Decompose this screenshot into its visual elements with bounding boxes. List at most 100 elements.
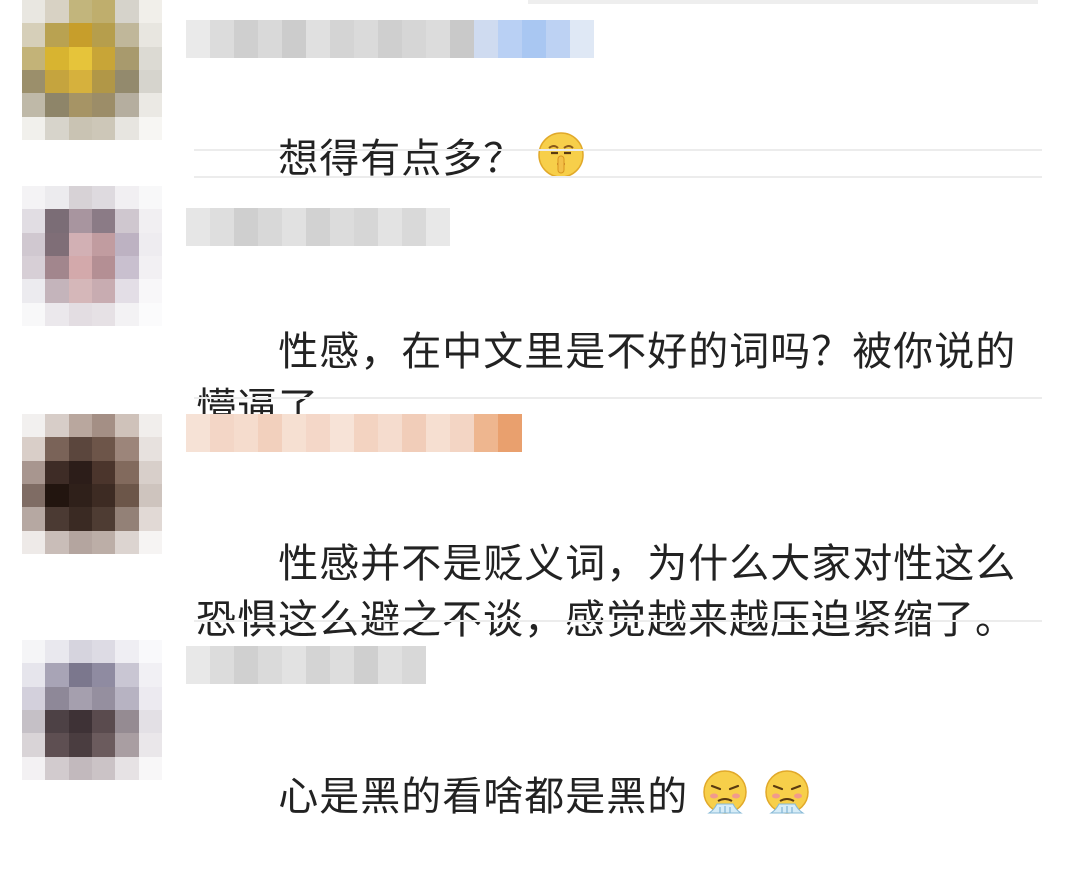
username-blurred[interactable] (186, 414, 522, 452)
avatar-pixel (22, 640, 46, 664)
avatar-pixel (22, 186, 46, 210)
avatar-pixel (92, 484, 116, 508)
avatar-pixel (45, 733, 69, 757)
avatar-pixel (138, 23, 162, 47)
avatar-pixel (22, 414, 46, 438)
username-pixel (330, 414, 354, 452)
username-pixel (210, 414, 234, 452)
avatar-pixel (68, 484, 92, 508)
avatar-pixel (115, 302, 139, 326)
avatar-pixel (45, 232, 69, 256)
avatar-pixel (92, 0, 116, 24)
avatar-pixel (68, 640, 92, 664)
avatar-pixel (138, 279, 162, 303)
username-pixel (186, 208, 210, 246)
avatar-pixel (45, 302, 69, 326)
avatar-pixel (68, 710, 92, 734)
avatar-pixel (45, 279, 69, 303)
avatar-pixel (22, 23, 46, 47)
avatar-pixel (68, 0, 92, 24)
username-pixel (402, 646, 426, 684)
avatar-pixel (22, 0, 46, 24)
avatar-pixel (138, 414, 162, 438)
username-pixel (474, 414, 498, 452)
username-pixel (354, 208, 378, 246)
username-pixel (306, 414, 330, 452)
divider (194, 176, 1042, 178)
avatar-pixel (115, 93, 139, 117)
avatar-pixel (115, 186, 139, 210)
avatar-pixel (92, 710, 116, 734)
username-pixel (378, 208, 402, 246)
username-pixel (234, 414, 258, 452)
username-pixel (234, 208, 258, 246)
username-pixel (354, 20, 378, 58)
avatar-pixel (68, 116, 92, 140)
username-pixel (450, 20, 474, 58)
avatar-pixel (22, 756, 46, 780)
avatar-pixel (138, 93, 162, 117)
avatar[interactable] (22, 186, 162, 326)
steam-face-icon (703, 770, 748, 814)
comment-item: 性感并不是贬义词，为什么大家对性这么恐惧这么避之不谈，感觉越来越压迫紧缩了。 (0, 414, 1080, 643)
avatar-pixel (68, 302, 92, 326)
username-pixel (426, 208, 450, 246)
username-pixel (546, 20, 570, 58)
username-blurred[interactable] (186, 646, 426, 684)
avatar-pixel (68, 186, 92, 210)
username-pixel (378, 20, 402, 58)
avatar-pixel (138, 663, 162, 687)
avatar-pixel (115, 209, 139, 233)
avatar-pixel (22, 663, 46, 687)
avatar-pixel (68, 530, 92, 554)
avatar-pixel (115, 733, 139, 757)
avatar-pixel (22, 302, 46, 326)
avatar-pixel (138, 0, 162, 24)
avatar-pixel (22, 686, 46, 710)
avatar-pixel (68, 507, 92, 531)
avatar-pixel (138, 756, 162, 780)
avatar-pixel (68, 686, 92, 710)
avatar[interactable] (22, 0, 162, 140)
avatar-pixel (68, 46, 92, 70)
username-blurred[interactable] (186, 208, 450, 246)
avatar-pixel (22, 733, 46, 757)
avatar-pixel (115, 710, 139, 734)
avatar-pixel (22, 484, 46, 508)
avatar-pixel (138, 209, 162, 233)
username-pixel (354, 646, 378, 684)
username-pixel (474, 20, 498, 58)
username-pixel (426, 20, 450, 58)
avatar-pixel (138, 530, 162, 554)
username-blurred[interactable] (186, 20, 594, 58)
avatar-pixel (115, 46, 139, 70)
avatar-pixel (22, 256, 46, 280)
avatar-pixel (45, 93, 69, 117)
avatar-pixel (22, 209, 46, 233)
avatar-pixel (45, 70, 69, 94)
avatar-pixel (138, 460, 162, 484)
avatar-pixel (92, 640, 116, 664)
username-pixel (210, 20, 234, 58)
username-pixel (498, 20, 522, 58)
avatar-pixel (68, 209, 92, 233)
avatar-pixel (45, 116, 69, 140)
avatar-pixel (115, 437, 139, 461)
username-pixel (186, 20, 210, 58)
comment-body: 心是黑的看啥都是黑的 (278, 774, 689, 820)
avatar-pixel (45, 663, 69, 687)
divider (194, 397, 1042, 399)
username-pixel (522, 20, 546, 58)
avatar-pixel (45, 23, 69, 47)
avatar-pixel (22, 507, 46, 531)
username-pixel (426, 414, 450, 452)
avatar-pixel (92, 302, 116, 326)
avatar-pixel (92, 686, 116, 710)
avatar[interactable] (22, 640, 162, 780)
username-pixel (210, 646, 234, 684)
avatar[interactable] (22, 414, 162, 554)
avatar-pixel (138, 70, 162, 94)
avatar-pixel (68, 663, 92, 687)
avatar-pixel (68, 279, 92, 303)
comment-feed: 想得有点多？ 性感，在中文里是不好的词吗？被你说的懵逼了 性感并不是贬义词，为什… (0, 0, 1080, 820)
